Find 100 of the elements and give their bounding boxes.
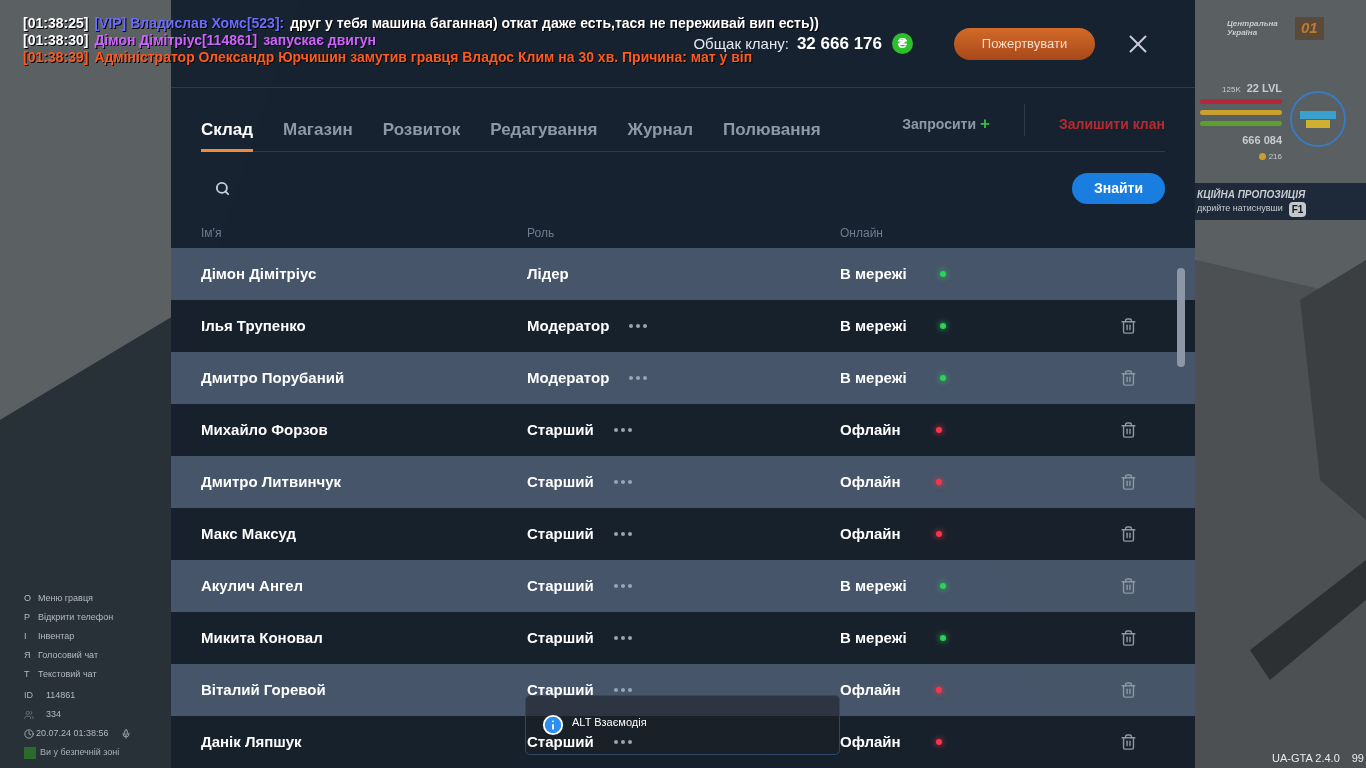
online-status: Офлайн bbox=[840, 731, 902, 752]
member-row[interactable]: Дмитро Литвинчук Старший Офлайн bbox=[171, 456, 1195, 508]
more-icon[interactable] bbox=[613, 480, 632, 484]
more-icon[interactable] bbox=[613, 428, 632, 432]
tab[interactable]: Редагування bbox=[490, 110, 598, 152]
money-value: 666 084 bbox=[1242, 133, 1282, 148]
more-icon[interactable] bbox=[613, 532, 632, 536]
chat-time: [01:38:25] bbox=[23, 15, 89, 32]
level: 22 LVL bbox=[1246, 80, 1282, 96]
member-role: Модератор bbox=[527, 315, 610, 336]
hotkey-label: Меню гравця bbox=[38, 592, 93, 606]
treasury-value: 32 666 176 bbox=[796, 32, 882, 55]
invite-button[interactable]: Запросити + bbox=[902, 108, 990, 140]
tab[interactable]: Розвиток bbox=[382, 110, 461, 152]
member-role: Старший bbox=[527, 575, 594, 596]
tab[interactable]: Магазин bbox=[283, 110, 353, 152]
member-role: Старший bbox=[527, 679, 594, 700]
member-row[interactable]: Акулич Ангел Старший В мережі bbox=[171, 560, 1195, 612]
online-status: В мережі bbox=[840, 575, 908, 596]
microphone-icon bbox=[120, 729, 131, 739]
player-id: 114861 bbox=[46, 689, 76, 703]
member-name: Михайло Форзов bbox=[201, 419, 329, 440]
member-row[interactable]: Дмитро Порубаний Модератор В мережі bbox=[171, 352, 1195, 404]
players-icon bbox=[24, 710, 34, 720]
member-role: Старший bbox=[527, 731, 594, 752]
hotkey-label: Голосовий чат bbox=[38, 649, 98, 663]
online-status: В мережі bbox=[840, 367, 908, 388]
more-icon[interactable] bbox=[629, 324, 648, 328]
member-row[interactable]: Віталий Горевой Старший Офлайн bbox=[171, 664, 1195, 716]
member-role: Лідер bbox=[527, 263, 569, 284]
online-status: В мережі bbox=[840, 315, 908, 336]
scrollbar[interactable] bbox=[1177, 268, 1185, 367]
hotkey-label: Текстовий чат bbox=[38, 668, 97, 682]
member-role: Старший bbox=[527, 523, 594, 544]
chat-author: Дімон Дімітріус[114861] bbox=[94, 32, 258, 49]
coin-icon bbox=[1258, 153, 1266, 160]
member-role: Старший bbox=[527, 627, 594, 648]
hotkey: T bbox=[24, 668, 31, 682]
clock-icon bbox=[24, 729, 34, 739]
hotkey: O bbox=[24, 592, 32, 606]
online-status: Офлайн bbox=[840, 471, 902, 492]
xp-value: 125K bbox=[1222, 84, 1241, 96]
member-role: Модератор bbox=[527, 367, 610, 388]
safe-zone-icon bbox=[24, 747, 36, 759]
logo-icon bbox=[1288, 88, 1348, 149]
version-label: UA-GTA 2.4.0 bbox=[1272, 750, 1340, 766]
trash-icon[interactable] bbox=[1120, 525, 1137, 543]
chat-time: [01:38:39] bbox=[23, 49, 89, 66]
chat-message: запускає двигун bbox=[263, 32, 377, 49]
more-icon[interactable] bbox=[613, 740, 632, 744]
more-icon[interactable] bbox=[613, 636, 632, 640]
hotkey-label: Відкрити телефон bbox=[38, 611, 114, 625]
trash-icon[interactable] bbox=[1120, 733, 1137, 751]
column-header: Ім'я bbox=[201, 225, 223, 242]
more-icon[interactable] bbox=[613, 688, 632, 692]
chat-message: друг у тебя машина баганная) откат даже есть,тася не переживай вип есть)) bbox=[290, 15, 819, 32]
tab[interactable]: Склад bbox=[201, 110, 254, 152]
online-status: Офлайн bbox=[840, 419, 902, 440]
trash-icon[interactable] bbox=[1120, 473, 1137, 491]
hint-text: ALT Взаємодія bbox=[572, 714, 647, 730]
member-role: Старший bbox=[527, 471, 594, 492]
hotkey: Я bbox=[24, 649, 32, 663]
online-status: Офлайн bbox=[840, 523, 902, 544]
chat-time: [01:38:30] bbox=[23, 32, 89, 49]
info-icon bbox=[542, 714, 564, 736]
member-name: Віталий Горевой bbox=[201, 679, 327, 700]
trash-icon[interactable] bbox=[1120, 577, 1137, 595]
promo-text: дкрийте натиснувши bbox=[1197, 202, 1283, 216]
member-name: Дмитро Порубаний bbox=[201, 367, 346, 388]
member-row[interactable]: Дімон Дімітріус Лідер В мережі bbox=[171, 248, 1195, 300]
region-number: 01 bbox=[1295, 17, 1324, 40]
safe-zone-text: Ви у безпечній зоні bbox=[40, 746, 120, 760]
member-name: Дмитро Литвинчук bbox=[201, 471, 342, 492]
coin-value: 216 bbox=[1268, 150, 1282, 163]
trash-icon[interactable] bbox=[1120, 629, 1137, 647]
online-status: В мережі bbox=[840, 627, 908, 648]
datetime: 20.07.24 01:38:56 bbox=[36, 727, 109, 741]
trash-icon[interactable] bbox=[1120, 681, 1137, 699]
more-icon[interactable] bbox=[629, 376, 648, 380]
id-label: ID bbox=[24, 689, 34, 703]
member-name: Акулич Ангел bbox=[201, 575, 305, 596]
find-button[interactable]: Знайти bbox=[1072, 172, 1165, 204]
tab[interactable]: Полювання bbox=[723, 110, 821, 152]
search-icon bbox=[215, 180, 230, 196]
hotkey: I bbox=[24, 630, 28, 644]
chat-author: [VIP] Владислав Хомс[523]: bbox=[94, 15, 285, 32]
promo-title: КЦІЙНА ПРОПОЗИЦІЯ bbox=[1197, 187, 1307, 202]
trash-icon[interactable] bbox=[1120, 317, 1137, 335]
member-name: Микита Коновал bbox=[201, 627, 324, 648]
trash-icon[interactable] bbox=[1120, 369, 1137, 387]
member-name: Дімон Дімітріус bbox=[201, 263, 318, 284]
online-status: Офлайн bbox=[840, 679, 902, 700]
member-name: Макс Максуд bbox=[201, 523, 297, 544]
trash-icon[interactable] bbox=[1120, 421, 1137, 439]
player-count: 334 bbox=[46, 708, 62, 722]
donate-button[interactable]: Пожертвувати bbox=[954, 27, 1095, 60]
tab[interactable]: Журнал bbox=[627, 110, 694, 152]
more-icon[interactable] bbox=[613, 584, 632, 588]
member-row[interactable]: Ілья Трупенко Модератор В мережі bbox=[171, 300, 1195, 352]
member-name: Ілья Трупенко bbox=[201, 315, 307, 336]
